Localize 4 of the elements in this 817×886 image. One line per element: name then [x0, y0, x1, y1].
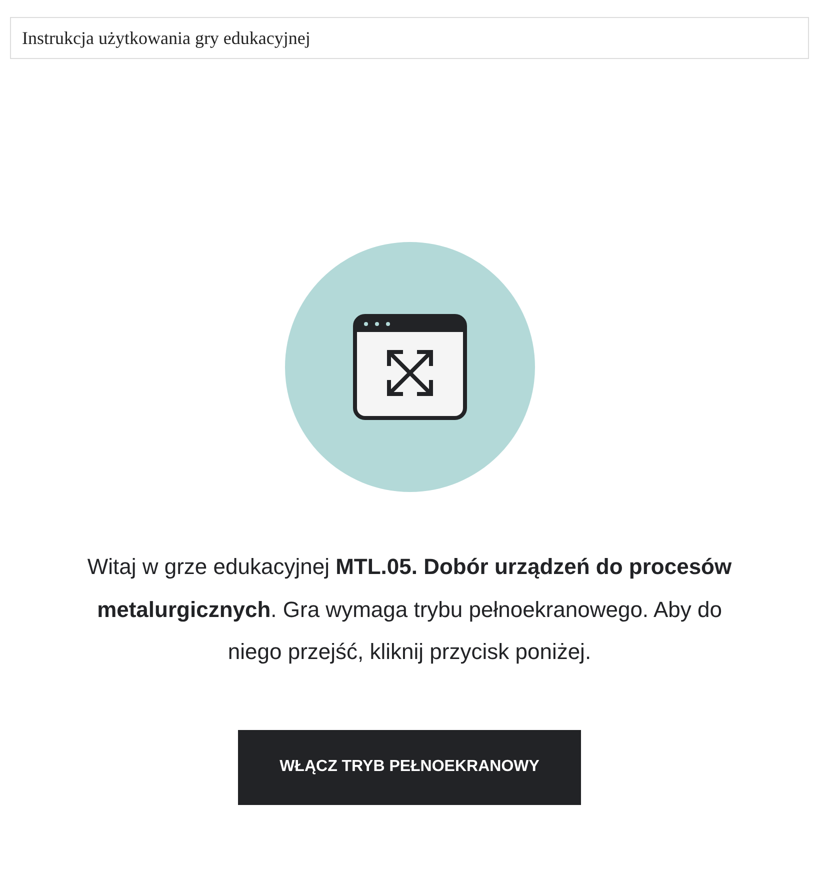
- fullscreen-button[interactable]: WŁĄCZ TRYB PEŁNOEKRANOWY: [238, 730, 581, 804]
- page-title: Instrukcja użytkowania gry edukacyjnej: [22, 28, 310, 48]
- fullscreen-window-icon: [352, 314, 466, 420]
- intro-paragraph: Witaj w grze edukacyjnej MTL.05. Dobór urządzeń do procesów metalurgicznych. Gra wymaga trybu pełnoekranowego. Aby do niego przejść, kliknij przycisk poniżej.: [86, 553, 733, 666]
